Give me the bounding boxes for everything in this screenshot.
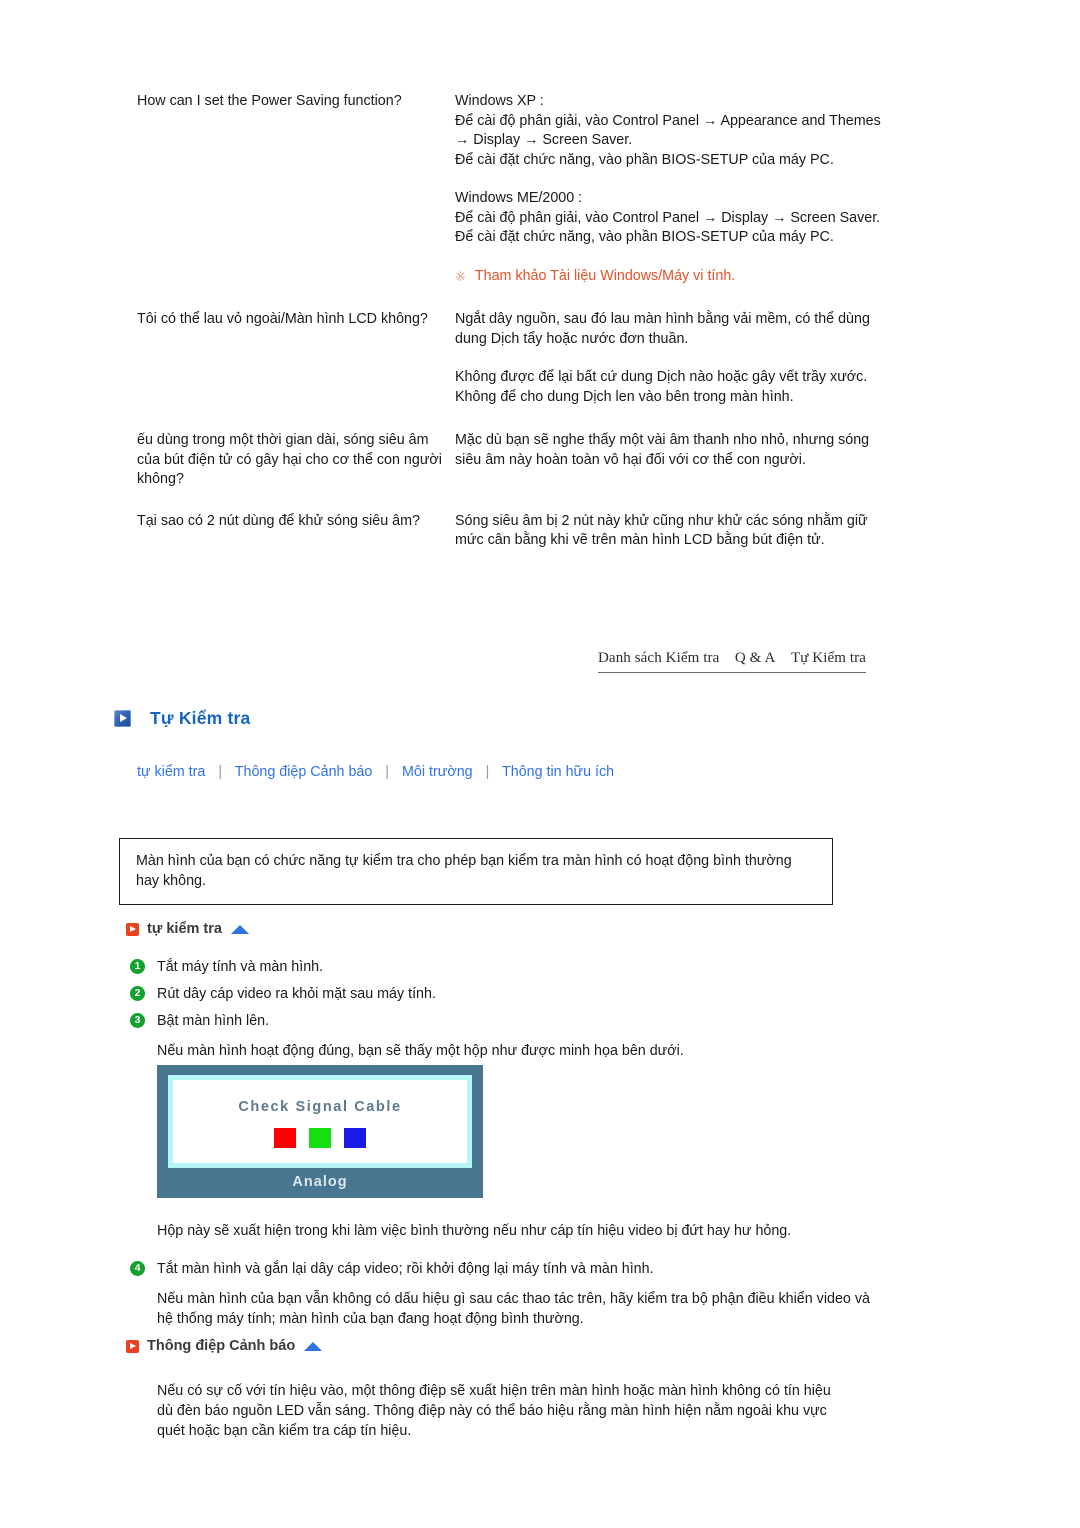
nav-item-selftest[interactable]: Tự Kiểm tra [791,650,866,667]
step-number-badge: 1 [130,959,145,974]
selftest-steps-continued: 4 Tắt màn hình và gắn lại dây cáp video;… [130,1259,870,1329]
subsection-links: tự kiểm tra | Thông điệp Cảnh báo | Môi … [137,764,614,780]
link-warning-message[interactable]: Thông điệp Cảnh báo [235,764,373,780]
step-text: Bật màn hình lên. [157,1013,270,1029]
table-row: Tôi có thể lau vỏ ngoài/Màn hình LCD khô… [137,310,897,407]
nav-item-checklist[interactable]: Danh sách Kiểm tra [598,650,719,667]
selftest-after-step3-text: Nếu màn hình hoạt động đúng, bạn sẽ thấy… [157,1043,684,1059]
faq-question: Tôi có thể lau vỏ ngoài/Màn hình LCD khô… [137,311,428,327]
check-signal-cable-image: Check Signal Cable Analog [157,1065,483,1198]
subheading-selftest: tự kiểm tra [126,921,249,937]
scroll-to-top-icon[interactable] [304,1341,323,1351]
faq-answer-part: Sóng siêu âm bị 2 nút này khử cũng như k… [455,512,868,549]
section-title-text: Tự Kiểm tra [150,708,251,728]
document-page: How can I set the Power Saving function?… [0,0,1080,1528]
scroll-to-top-icon[interactable] [230,924,249,934]
faq-answer-part: Không được để lại bất cứ dung Dịch nào h… [455,369,868,405]
step-text: Tắt máy tính và màn hình. [157,959,324,975]
selftest-after-step4-text: Nếu màn hình của bạn vẫn không có dấu hi… [157,1291,870,1327]
faq-answer: Sóng siêu âm bị 2 nút này khử cũng như k… [455,512,897,551]
list-item: 3 Bật màn hình lên. [130,1011,870,1031]
link-separator: | [385,764,390,780]
faq-answer-part: Ngắt dây nguồn, sau đó lau màn hình bằng… [455,311,870,347]
warning-message-text: Nếu có sự cố với tín hiệu vào, một thông… [157,1383,831,1439]
step-text: Tắt màn hình và gắn lại dây cáp video; r… [157,1261,654,1277]
rgb-swatches [173,1128,467,1148]
table-row: Tại sao có 2 nút dùng để khử sóng siêu â… [137,512,897,551]
reference-mark-icon: ※ [455,268,466,284]
monitor-screen-area: Check Signal Cable [168,1075,472,1168]
subheading-warning-label: Thông điệp Cảnh báo [147,1338,296,1354]
link-separator: | [218,764,223,780]
swatch-blue [344,1128,366,1148]
faq-answer-part: Windows ME/2000 : Để cài độ phân giải, v… [455,190,881,245]
faq-answer: Mặc dù bạn sẽ nghe thấy một vài âm thanh… [455,431,897,470]
faq-table: How can I set the Power Saving function?… [137,92,897,573]
swatch-red [274,1128,296,1148]
faq-question: Tại sao có 2 nút dùng để khử sóng siêu â… [137,512,420,529]
selftest-box-note: Hộp này sẽ xuất hiện trong khi làm việc … [157,1223,792,1239]
step-number-badge: 4 [130,1261,145,1276]
table-row: ếu dùng trong một thời gian dài, sóng si… [137,431,897,490]
faq-answer: Windows XP : Để cài độ phân giải, vào Co… [455,92,897,286]
link-separator: | [485,764,490,780]
arrow-right-icon [126,922,139,936]
subheading-selftest-label: tự kiểm tra [147,921,222,937]
table-row: How can I set the Power Saving function?… [137,92,897,286]
analog-label: Analog [292,1174,348,1190]
page-title: Tự Kiểm tra [114,708,250,729]
step-number-badge: 3 [130,1013,145,1028]
faq-note: ※ Tham khảo Tài liệu Windows/Máy vi tính… [455,267,897,287]
faq-answer-part: Mặc dù bạn sẽ nghe thấy một vài âm thanh… [455,432,870,468]
list-item: 4 Tắt màn hình và gắn lại dây cáp video;… [130,1259,870,1279]
arrow-right-icon [126,1339,139,1353]
link-environment[interactable]: Môi trường [402,764,473,780]
link-selftest[interactable]: tự kiểm tra [137,764,205,780]
faq-question: How can I set the Power Saving function? [137,93,402,109]
selftest-steps: 1 Tắt máy tính và màn hình. 2 Rút dây cá… [130,957,870,1061]
subheading-warning-message: Thông điệp Cảnh báo [126,1338,323,1354]
faq-note-text: Tham khảo Tài liệu Windows/Máy vi tính. [474,267,736,284]
play-triangle-icon [114,710,131,727]
breadcrumb-nav: Danh sách Kiểm tra Q & A Tự Kiểm tra [598,650,866,673]
swatch-green [309,1128,331,1148]
list-item: 1 Tắt máy tính và màn hình. [130,957,870,977]
faq-answer: Ngắt dây nguồn, sau đó lau màn hình bằng… [455,310,897,407]
intro-callout-box: Màn hình của bạn có chức năng tự kiểm tr… [119,838,833,905]
step-number-badge: 2 [130,986,145,1001]
step-text: Rút dây cáp video ra khỏi mặt sau máy tí… [157,986,436,1002]
faq-question: ếu dùng trong một thời gian dài, sóng si… [137,432,442,487]
check-signal-cable-text: Check Signal Cable [238,1099,402,1115]
nav-item-qa[interactable]: Q & A [735,650,776,667]
list-item: 2 Rút dây cáp video ra khỏi mặt sau máy … [130,984,870,1004]
faq-answer-part: Windows XP : Để cài độ phân giải, vào Co… [455,93,881,168]
link-useful-info[interactable]: Thông tin hữu ích [502,764,614,780]
